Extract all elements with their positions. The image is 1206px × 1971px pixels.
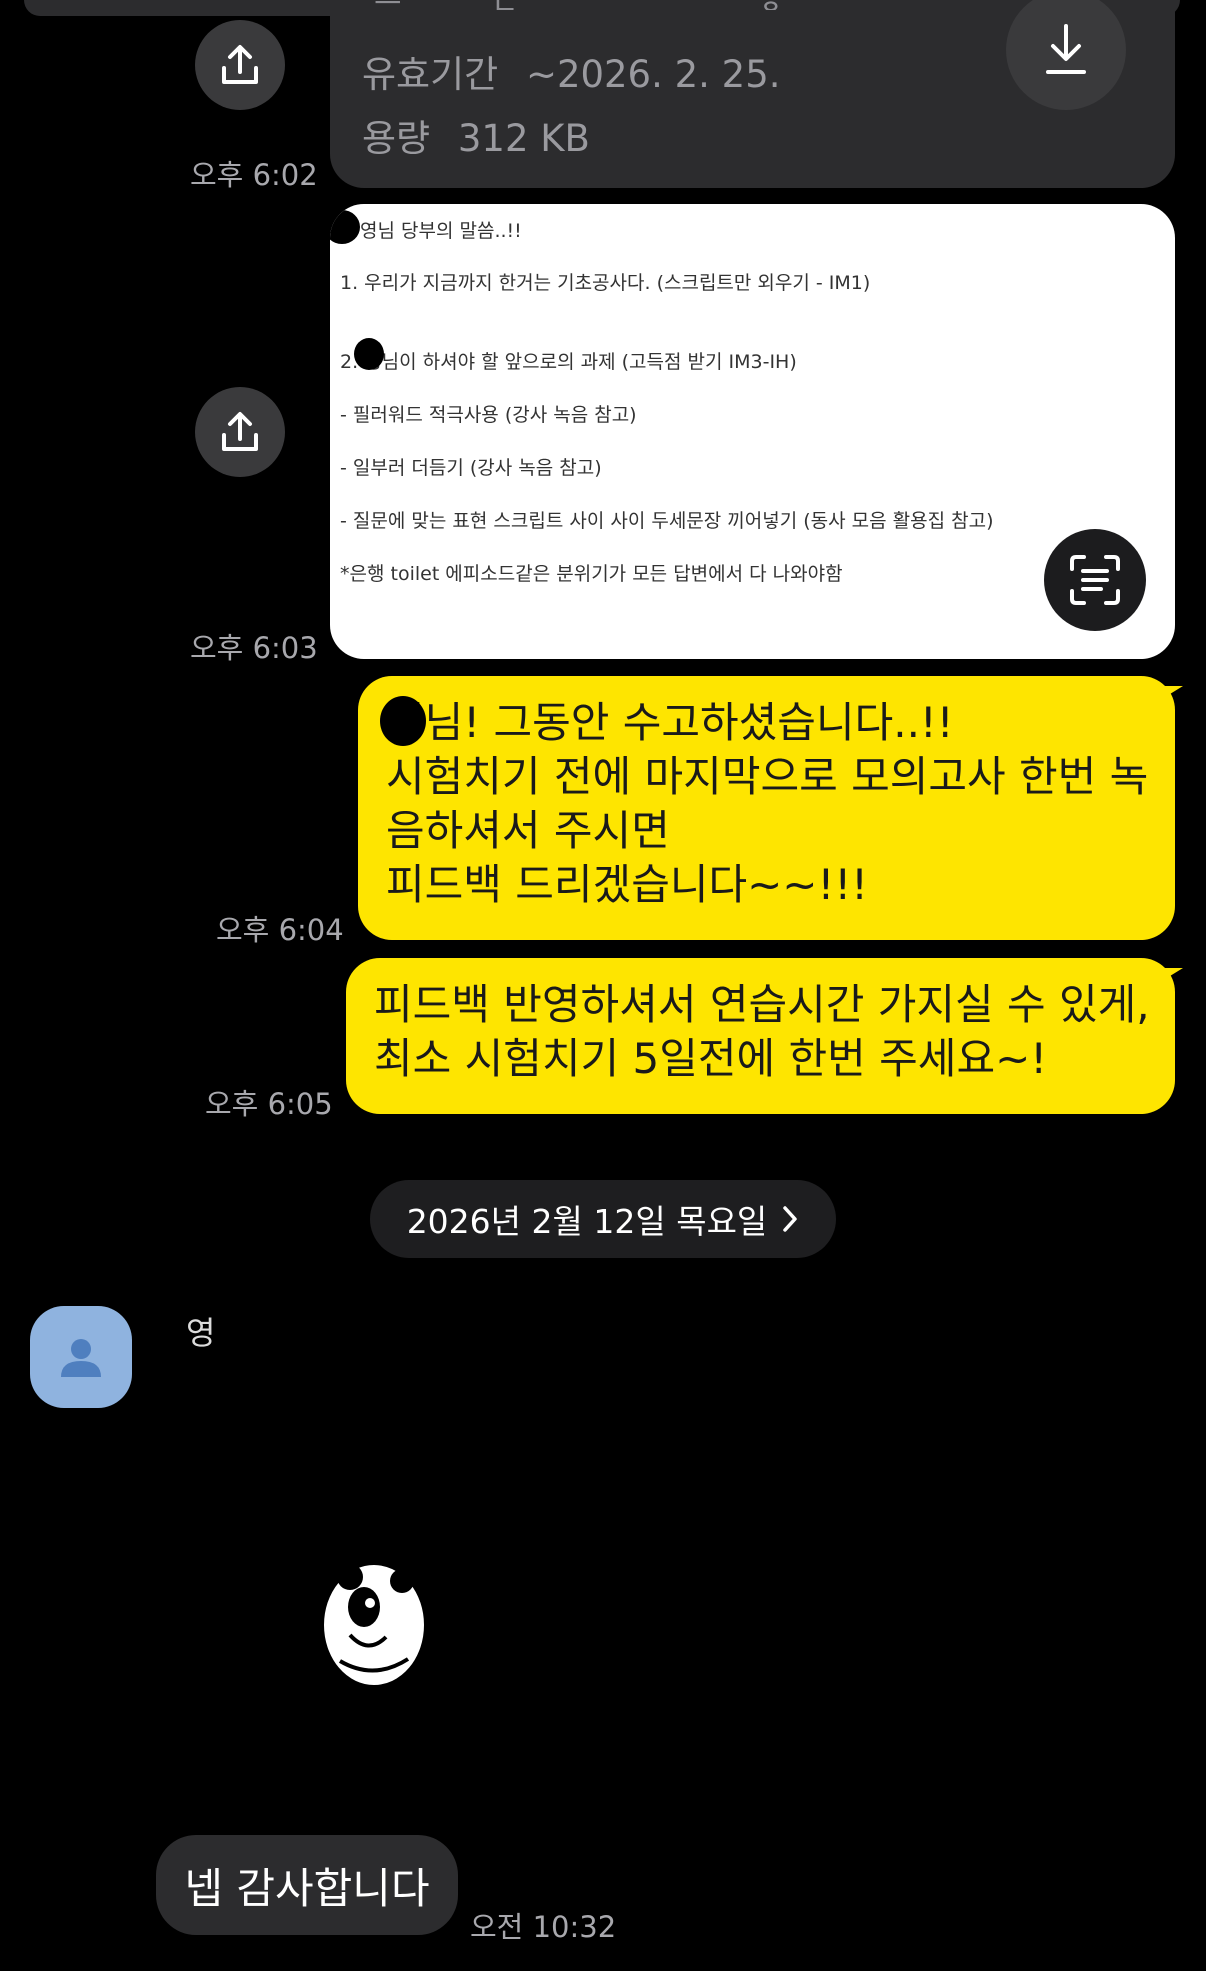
chat-screen: ㅡ ㄷ .. ㅎ 유효기간 ~2026. 2. 25. 용량 312 KB 오후…	[0, 0, 1206, 1971]
note-line: *은행 toilet 에피소드같은 분위기가 모든 답변에서 다 나와야함	[340, 563, 843, 585]
bubble-tail	[1157, 968, 1183, 984]
download-icon	[1046, 24, 1086, 74]
expiry-label: 유효기간	[362, 53, 499, 96]
note-line: 1. 우리가 지금까지 한거는 기초공사다. (스크립트만 외우기 - IM1)	[340, 272, 871, 294]
message-line: 시험치기 전에 마지막으로 모의고사 한번 녹	[386, 752, 1149, 801]
text-scan-icon	[1070, 555, 1120, 605]
sender-name: 영	[186, 1314, 216, 1352]
note-line: 2. 영님이 하셔야 할 앞으로의 과제 (고득점 받기 IM3-IH)	[340, 351, 797, 373]
expiry-value: ~2026. 2. 25.	[525, 53, 781, 96]
note-line: 영님 당부의 말씀..!!	[360, 220, 522, 242]
redaction-mark	[380, 696, 426, 746]
message-time: 오후 6:03	[190, 631, 318, 665]
note-line: - 질문에 맞는 표현 스크립트 사이 사이 두세문장 끼어넣기 (동사 모음 …	[340, 510, 994, 532]
person-icon	[61, 1339, 101, 1377]
file-expiry: 유효기간 ~2026. 2. 25.	[362, 44, 781, 98]
bubble-tail	[1157, 686, 1183, 702]
share-button[interactable]	[195, 20, 285, 110]
panda-sticker-image	[292, 1561, 454, 1699]
message-line: 최소 시험치기 5일전에 한번 주세요~!	[374, 1034, 1048, 1083]
my-message-bubble[interactable]: 영님! 그동안 수고하셨습니다..!! 시험치기 전에 마지막으로 모의고사 한…	[358, 676, 1183, 940]
share-icon	[222, 412, 258, 451]
message-text: 넵 감사합니다	[184, 1863, 430, 1913]
note-line: - 일부러 더듬기 (강사 녹음 참고)	[340, 457, 602, 479]
message-line: 영님! 그동안 수고하셨습니다..!!	[386, 698, 954, 747]
my-message-bubble[interactable]: 피드백 반영하셔서 연습시간 가지실 수 있게, 최소 시험치기 5일전에 한번…	[346, 958, 1183, 1114]
note-line: - 필러워드 적극사용 (강사 녹음 참고)	[340, 404, 637, 426]
image-message[interactable]: 영님 당부의 말씀..!! 1. 우리가 지금까지 한거는 기초공사다. (스크…	[330, 204, 1175, 659]
message-line: 피드백 반영하셔서 연습시간 가지실 수 있게,	[374, 980, 1150, 1029]
file-size: 용량 312 KB	[362, 108, 590, 162]
chevron-right-icon	[783, 1206, 798, 1232]
redaction-mark	[150, 1305, 186, 1351]
download-button[interactable]	[1006, 0, 1126, 110]
message-time: 오후 6:05	[205, 1087, 333, 1121]
size-value: 312 KB	[457, 117, 590, 160]
message-time: 오후 6:02	[190, 158, 318, 192]
message-line: 피드백 드리겠습니다~~!!!	[386, 860, 869, 909]
message-line: 음하셔서 주시면	[386, 806, 670, 855]
size-label: 용량	[362, 117, 431, 160]
panda-sticker[interactable]	[290, 1555, 460, 1709]
date-divider[interactable]: 2026년 2월 12일 목요일	[370, 1180, 836, 1258]
message-time: 오전 10:32	[470, 1910, 617, 1944]
message-time: 오후 6:04	[216, 913, 344, 947]
incoming-message-bubble[interactable]: 넵 감사합니다	[156, 1835, 458, 1935]
share-icon	[222, 45, 258, 84]
redaction-mark	[354, 338, 384, 370]
text-scan-button[interactable]	[1044, 529, 1146, 631]
file-attachment-bubble[interactable]: ㅡ ㄷ .. ㅎ 유효기간 ~2026. 2. 25. 용량 312 KB	[330, 0, 1175, 188]
share-button[interactable]	[195, 387, 285, 477]
redaction-mark	[330, 210, 360, 244]
date-divider-label: 2026년 2월 12일 목요일	[406, 1202, 768, 1241]
avatar[interactable]	[30, 1306, 132, 1408]
file-name-cut: ㅡ ㄷ .. ㅎ	[374, 0, 824, 10]
